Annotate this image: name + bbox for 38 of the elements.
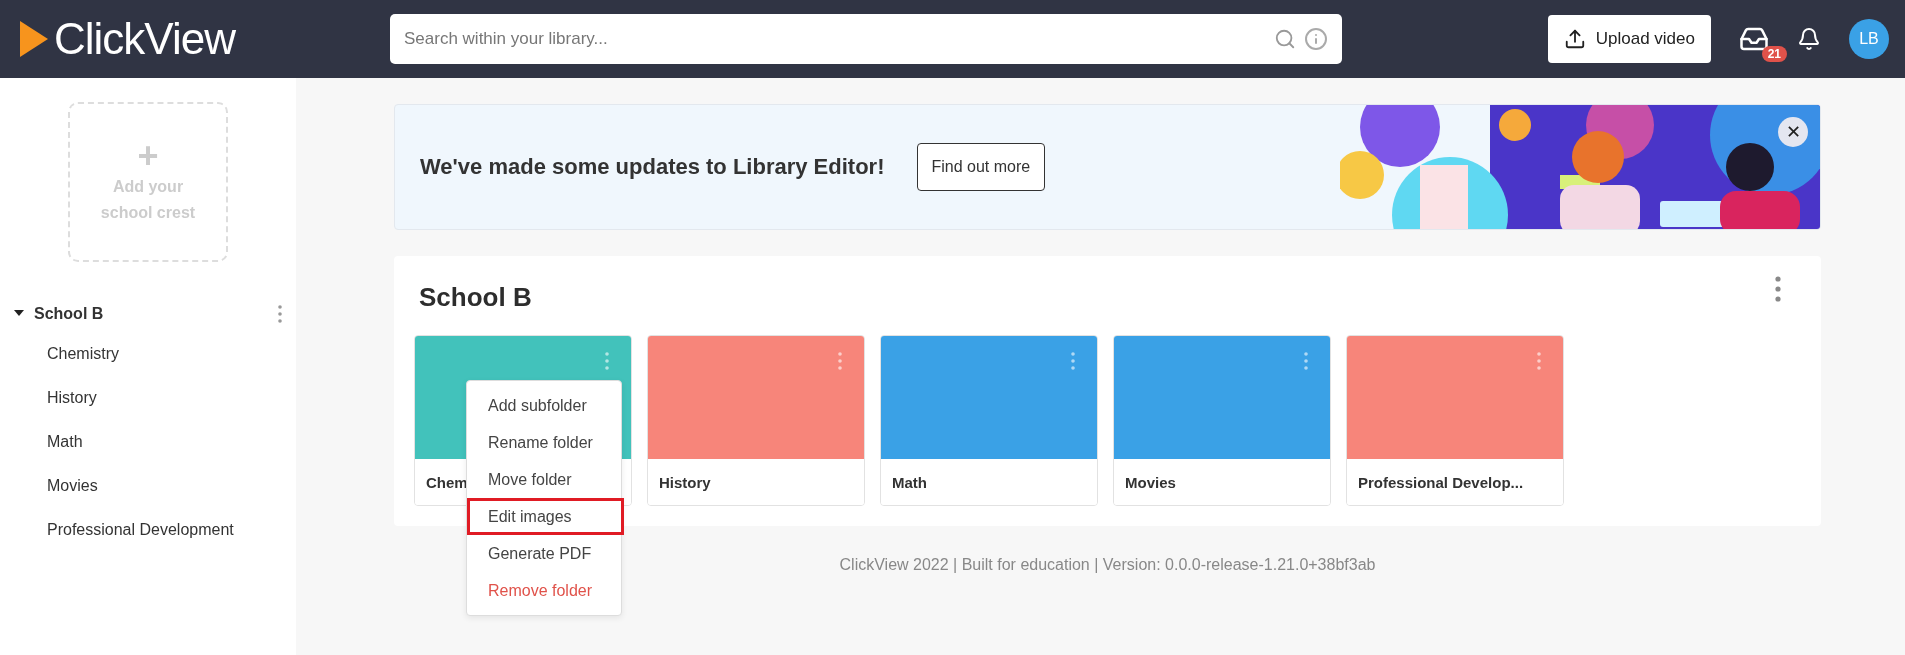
play-triangle-icon bbox=[20, 21, 48, 57]
library-title: School B bbox=[419, 282, 532, 313]
tree-item[interactable]: Chemistry bbox=[0, 332, 296, 376]
tree-item[interactable]: Movies bbox=[0, 464, 296, 508]
caret-icon[interactable] bbox=[14, 310, 24, 318]
menu-item[interactable]: Remove folder bbox=[467, 572, 624, 609]
folder-card[interactable]: History bbox=[647, 335, 865, 506]
banner-text: We've made some updates to Library Editor! bbox=[420, 154, 885, 180]
upload-button[interactable]: Upload video bbox=[1547, 15, 1711, 63]
info-icon[interactable] bbox=[1304, 27, 1328, 51]
menu-item[interactable]: Add subfolder bbox=[467, 387, 624, 424]
tree-item[interactable]: Professional Development bbox=[0, 508, 296, 552]
more-icon[interactable] bbox=[605, 352, 609, 370]
folder-card[interactable]: Movies bbox=[1113, 335, 1331, 506]
folder-card[interactable]: Math bbox=[880, 335, 1098, 506]
menu-item[interactable]: Edit images bbox=[467, 498, 624, 535]
plus-icon: + bbox=[137, 138, 159, 174]
tree-item[interactable]: School B bbox=[34, 305, 278, 323]
logo[interactable]: ClickView bbox=[54, 14, 235, 64]
bell-icon[interactable] bbox=[1797, 27, 1821, 51]
search-icon[interactable] bbox=[1274, 28, 1296, 50]
menu-item[interactable]: Move folder bbox=[467, 461, 624, 498]
more-icon[interactable] bbox=[1775, 276, 1781, 302]
inbox-badge: 21 bbox=[1761, 46, 1787, 62]
menu-item[interactable]: Rename folder bbox=[467, 424, 624, 461]
more-icon[interactable] bbox=[278, 305, 282, 323]
tree-item[interactable]: Math bbox=[0, 420, 296, 464]
folder-card[interactable]: Professional Develop... bbox=[1346, 335, 1564, 506]
more-icon[interactable] bbox=[1304, 352, 1308, 370]
footer-text: ClickView 2022 | Built for education | Version: 0.0.0-release-1.21.0+38bf3ab bbox=[838, 556, 1377, 574]
more-icon[interactable] bbox=[838, 352, 842, 370]
more-icon[interactable] bbox=[1071, 352, 1075, 370]
menu-item[interactable]: Generate PDF bbox=[467, 535, 624, 572]
more-icon[interactable] bbox=[1537, 352, 1541, 370]
upload-icon bbox=[1563, 28, 1586, 50]
tree-item[interactable]: History bbox=[0, 376, 296, 420]
search-field[interactable]: Search within your library... bbox=[390, 14, 1342, 64]
find-out-more-button[interactable]: Find out more bbox=[916, 143, 1046, 191]
